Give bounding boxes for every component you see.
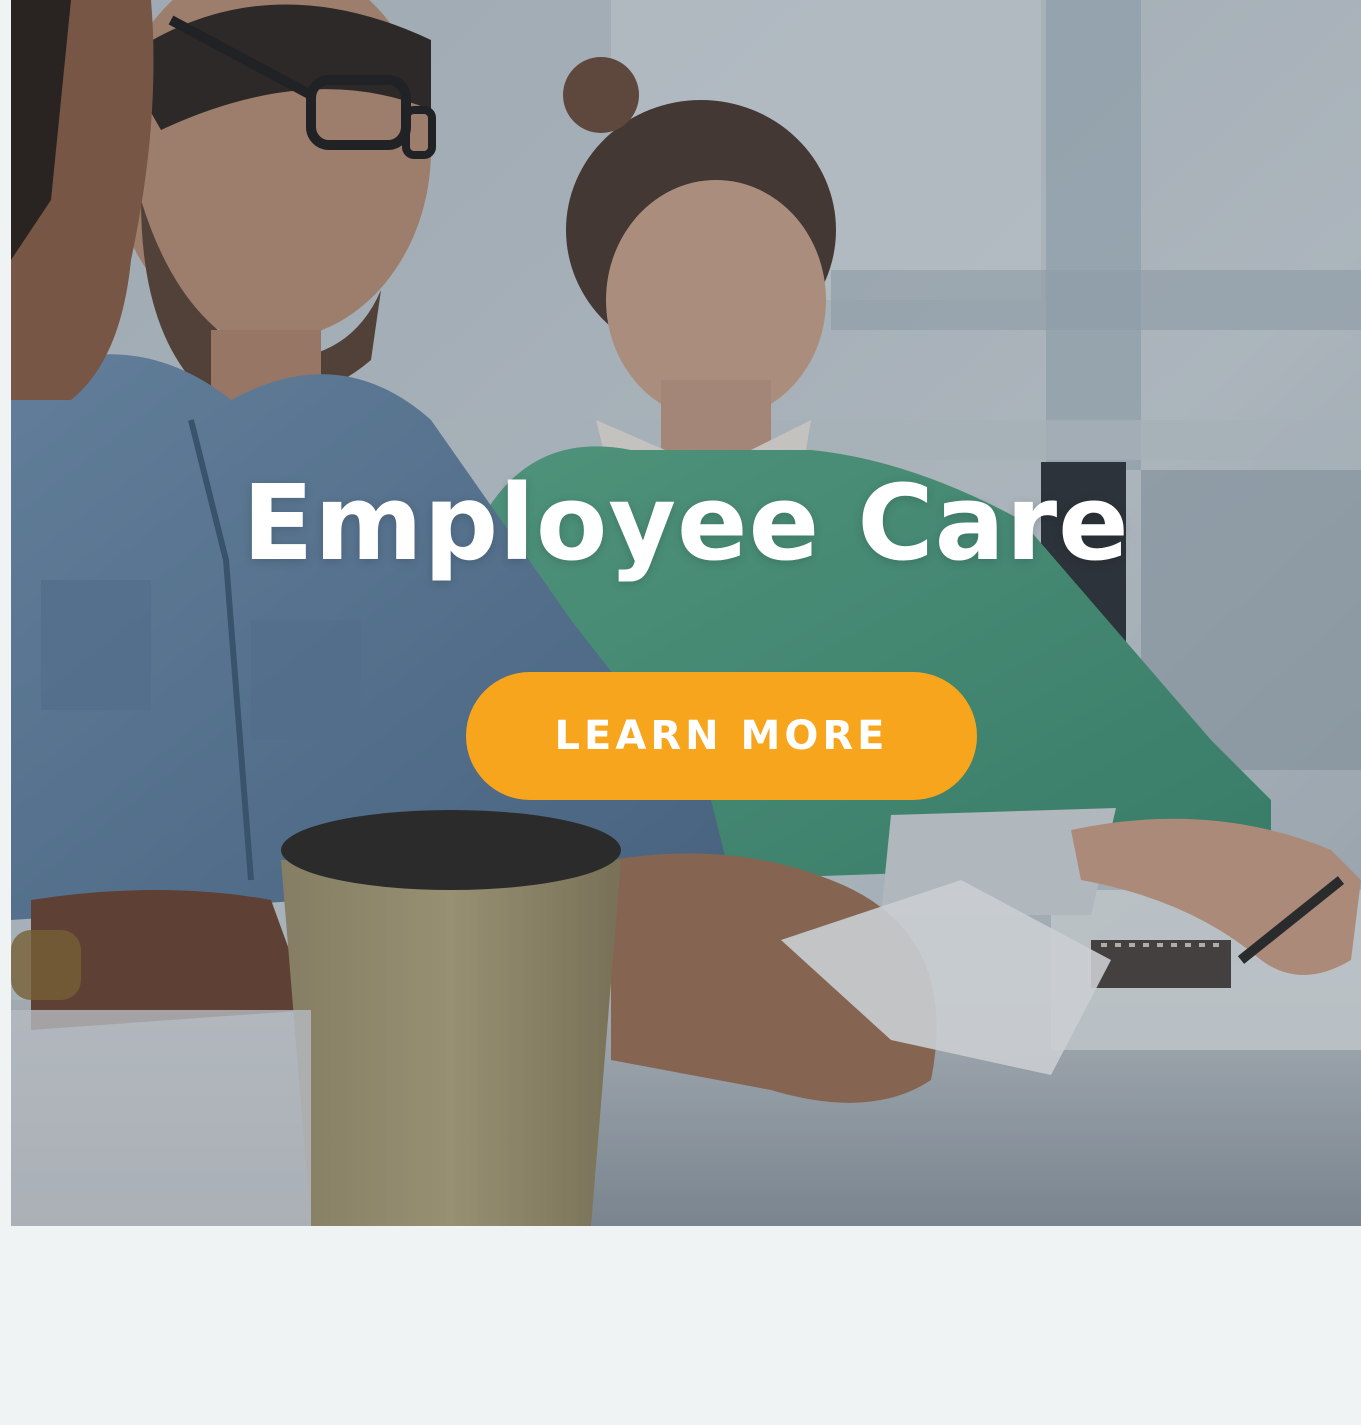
hero-title: Employee Care: [242, 462, 1130, 584]
page: Employee Care LEARN MORE: [0, 0, 1361, 1425]
footer-spacer: [0, 1226, 1361, 1425]
hero-overlay: [11, 0, 1361, 1226]
hero-banner: Employee Care LEARN MORE: [11, 0, 1361, 1226]
learn-more-button[interactable]: LEARN MORE: [466, 672, 977, 800]
